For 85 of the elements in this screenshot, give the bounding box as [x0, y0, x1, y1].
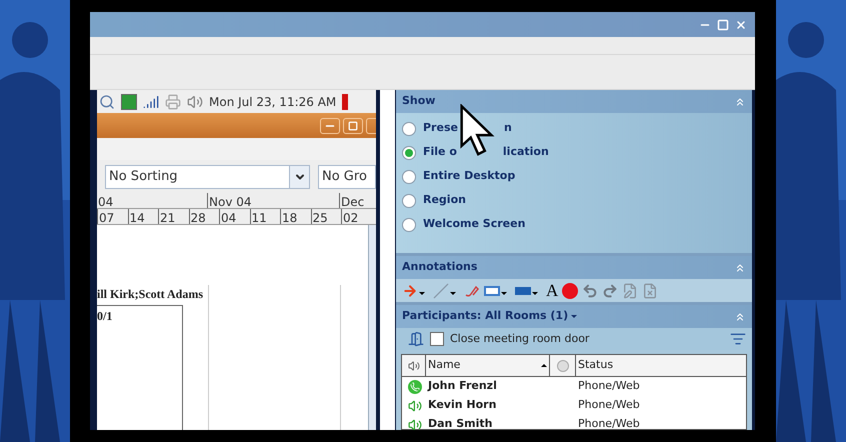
participant-status: Phone/Web — [578, 416, 641, 430]
option-label: lication — [502, 144, 549, 160]
collapse-icon[interactable] — [734, 96, 746, 108]
radio-option[interactable]: File o lication — [402, 143, 752, 162]
filled-rectangle-icon[interactable] — [515, 286, 531, 294]
radio-button[interactable] — [402, 218, 416, 232]
radio-button[interactable] — [402, 122, 416, 136]
status-icon — [556, 360, 568, 372]
redo-icon[interactable] — [602, 282, 618, 298]
speaker-icon — [408, 418, 422, 430]
participant-row[interactable]: Dan Smith Phone/Web — [402, 415, 746, 430]
option-label: Welcome Screen — [423, 216, 526, 232]
close-button[interactable] — [735, 18, 747, 30]
radio-option[interactable]: Region — [402, 191, 752, 210]
maximize-button[interactable] — [343, 118, 363, 134]
speaker-icon — [408, 398, 422, 412]
month-label: 04 — [97, 194, 114, 208]
caret-icon[interactable] — [532, 292, 538, 295]
undo-icon[interactable] — [582, 282, 598, 298]
checkbox[interactable] — [430, 332, 444, 346]
door-icon — [408, 331, 424, 347]
printer-icon[interactable] — [165, 94, 181, 110]
option-label: Prese — [423, 120, 458, 136]
edit-icon[interactable] — [622, 282, 638, 298]
day-label: 28 — [188, 209, 219, 224]
scroll-bar[interactable] — [368, 225, 376, 430]
option-label: n — [504, 120, 512, 136]
clear-icon[interactable] — [642, 282, 658, 298]
phone-icon — [408, 380, 422, 394]
record-icon[interactable] — [562, 282, 578, 298]
panel-title[interactable]: Participants: All Rooms (1) — [402, 308, 568, 325]
day-label: 25 — [310, 209, 341, 224]
close-button[interactable] — [366, 118, 376, 134]
day-label: 21 — [158, 209, 188, 224]
minimize-button[interactable] — [320, 118, 340, 134]
maximize-icon — [348, 120, 358, 130]
checkbox-label: Close meeting room door — [450, 330, 590, 347]
participant-name: Dan Smith — [428, 416, 494, 430]
radio-button[interactable] — [402, 146, 416, 160]
collapse-icon[interactable] — [734, 310, 746, 322]
clock: Mon Jul 23, 11:26 AM — [209, 94, 336, 110]
sort-icon — [541, 364, 547, 367]
option-label: Entire Desktop — [423, 168, 516, 184]
speaker-icon[interactable] — [187, 94, 203, 110]
grouping-dropdown[interactable]: No Gro — [318, 164, 376, 188]
column-header[interactable]: Status — [576, 355, 746, 376]
list-options-icon[interactable] — [730, 331, 746, 347]
task-label: ill Kirk;Scott Adams — [97, 285, 209, 305]
day-label: 07 — [97, 209, 128, 224]
participant-status: Phone/Web — [578, 378, 641, 394]
day-label: 18 — [280, 209, 310, 224]
caret-icon[interactable] — [450, 292, 456, 295]
radio-button[interactable] — [402, 194, 416, 208]
sorting-dropdown[interactable]: No Sorting — [105, 164, 310, 188]
signal-icon — [143, 94, 159, 110]
collapse-icon[interactable] — [734, 262, 746, 274]
radio-option[interactable]: Welcome Screen — [402, 215, 752, 234]
column-header[interactable]: Name — [426, 355, 550, 376]
participant-name: Kevin Horn — [428, 397, 498, 414]
option-label: File o — [423, 144, 457, 160]
panel-title: Show — [402, 93, 436, 110]
caret-icon[interactable] — [419, 292, 425, 295]
day-label: 02 — [341, 209, 372, 224]
radio-button[interactable] — [402, 170, 416, 184]
panel-title: Annotations — [402, 259, 478, 276]
month-label: Nov 04 — [207, 193, 339, 208]
participant-row[interactable]: Kevin Horn Phone/Web — [402, 396, 746, 415]
app-icon[interactable] — [121, 94, 137, 110]
caret-icon[interactable] — [571, 315, 578, 318]
participant-row[interactable]: John Frenzl Phone/Web — [402, 377, 746, 396]
day-label: 11 — [250, 209, 280, 224]
day-label: 14 — [128, 209, 158, 224]
participant-status: Phone/Web — [578, 397, 641, 414]
text-tool[interactable]: A — [546, 282, 558, 299]
option-label: Region — [423, 192, 466, 208]
month-label: Dec — [339, 193, 376, 208]
caret-icon[interactable] — [501, 292, 507, 295]
splitter[interactable] — [380, 90, 396, 430]
radio-option[interactable]: Entire Desktop — [402, 167, 752, 186]
day-label: 04 — [219, 209, 250, 224]
speaker-icon — [408, 360, 420, 372]
participant-name: John Frenzl — [428, 378, 498, 394]
radio-option[interactable]: Prese n — [402, 119, 752, 138]
rectangle-icon[interactable] — [484, 286, 500, 296]
search-icon[interactable] — [99, 94, 115, 110]
